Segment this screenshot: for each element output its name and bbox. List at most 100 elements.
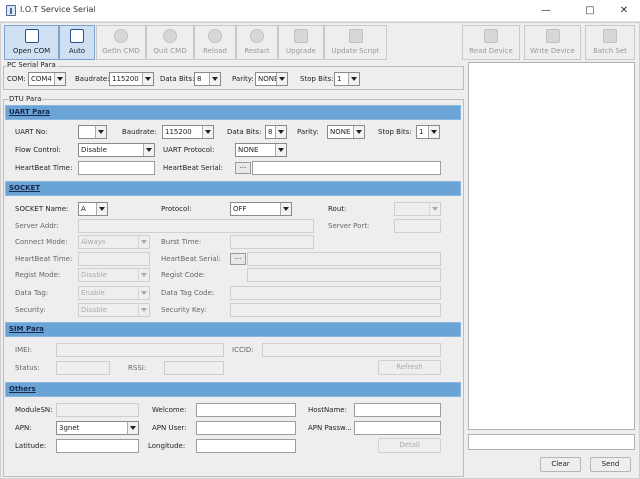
apn-label: APN: [15, 424, 32, 432]
socket-hb-time-label: HeartBeat Time: [15, 255, 73, 263]
chevron-down-icon [96, 203, 107, 215]
uart-protocol-value: NONE [238, 146, 259, 154]
chevron-down-icon [429, 203, 440, 215]
connect-mode-select[interactable]: Always [78, 235, 150, 249]
refresh-button[interactable]: Refresh [378, 360, 441, 375]
security-key-input[interactable] [230, 303, 441, 317]
update-script-label: Update Script [331, 47, 380, 55]
batch-set-button[interactable]: Batch Set [585, 25, 635, 60]
serial-port-icon [24, 29, 39, 43]
others-section-title: Others [9, 385, 36, 393]
uart-no-select[interactable] [78, 125, 107, 139]
longitude-input[interactable] [196, 439, 296, 453]
title-bar: I.O.T Service Serial — □ ✕ [0, 0, 640, 22]
detail-button[interactable]: Detail [378, 438, 441, 453]
socket-hb-serial-input[interactable] [247, 252, 441, 266]
rssi-input[interactable] [164, 361, 224, 375]
uart-hb-time-input[interactable] [78, 161, 155, 175]
uart-protocol-select[interactable]: NONE [235, 143, 287, 157]
auto-button[interactable]: Auto [59, 25, 95, 60]
chevron-down-icon [142, 73, 153, 85]
security-key-label: Security Key: [161, 306, 207, 314]
write-device-button[interactable]: Write Device [524, 25, 581, 60]
console-output[interactable] [468, 62, 635, 430]
update-script-button[interactable]: Update Script [324, 25, 387, 60]
iccid-label: ICCID: [232, 346, 254, 354]
upgrade-button[interactable]: Upgrade [278, 25, 324, 60]
sim-section-title: SIM Para [9, 325, 44, 333]
reload-label: Reload [203, 47, 227, 55]
imei-label: IMEI: [15, 346, 32, 354]
socket-hb-time-input[interactable] [78, 252, 150, 266]
maximize-button[interactable]: □ [578, 2, 602, 19]
iccid-input[interactable] [262, 343, 441, 357]
pc-databits-select[interactable]: 8 [194, 72, 221, 86]
socket-section-header: SOCKET [5, 181, 461, 196]
chevron-down-icon [209, 73, 220, 85]
pc-baud-select[interactable]: 115200 [109, 72, 154, 86]
console-input[interactable] [468, 434, 635, 450]
open-com-label: Open COM [12, 47, 51, 55]
latitude-input[interactable] [56, 439, 139, 453]
security-select[interactable]: Disable [78, 303, 150, 317]
socket-hb-serial-browse-button[interactable]: ... [230, 253, 246, 265]
apn-select[interactable]: 3gnet [56, 421, 139, 435]
data-tag-select[interactable]: Enable [78, 286, 150, 300]
auto-icon [70, 29, 84, 43]
uart-databits-select[interactable]: 8 [265, 125, 287, 139]
uart-baud-select[interactable]: 115200 [162, 125, 214, 139]
com-select[interactable]: COM4 [28, 72, 66, 86]
security-value: Disable [81, 306, 107, 314]
clear-button[interactable]: Clear [540, 457, 581, 472]
chevron-down-icon [138, 304, 149, 316]
regist-mode-select[interactable]: Disable [78, 268, 150, 282]
connect-mode-label: Connect Mode: [15, 238, 68, 246]
uart-hb-serial-browse-button[interactable]: ... [235, 162, 251, 174]
app-icon [6, 5, 16, 16]
regist-code-label: Regist Code: [161, 271, 206, 279]
read-device-label: Read Device [469, 47, 513, 55]
burst-time-label: Burst Time: [161, 238, 202, 246]
rout-label: Rout: [328, 205, 347, 213]
flow-control-select[interactable]: Disable [78, 143, 155, 157]
imei-input[interactable] [56, 343, 224, 357]
server-port-input[interactable] [394, 219, 441, 233]
download-icon [114, 29, 128, 43]
socket-name-select[interactable]: A [78, 202, 108, 216]
send-button[interactable]: Send [590, 457, 631, 472]
uart-stopbits-select[interactable]: 1 [416, 125, 440, 139]
open-com-button[interactable]: Open COM [4, 25, 59, 60]
regist-code-input[interactable] [247, 268, 441, 282]
pc-parity-select[interactable]: NONE [255, 72, 288, 86]
minimize-button[interactable]: — [534, 2, 558, 19]
server-addr-input[interactable] [78, 219, 314, 233]
socket-protocol-select[interactable]: OFF [230, 202, 292, 216]
chevron-down-icon [280, 203, 291, 215]
pc-parity-label: Parity: [232, 75, 254, 83]
upgrade-label: Upgrade [286, 47, 316, 55]
data-tag-code-input[interactable] [230, 286, 441, 300]
uart-databits-label: Data Bits: [227, 128, 262, 136]
close-button[interactable]: ✕ [612, 2, 636, 19]
restart-button[interactable]: Restart [236, 25, 278, 60]
pc-baud-label: Baudrate: [75, 75, 110, 83]
getin-cmd-button[interactable]: GetIn CMD [96, 25, 146, 60]
rout-select[interactable] [394, 202, 441, 216]
welcome-input[interactable] [196, 403, 296, 417]
chevron-down-icon [275, 144, 286, 156]
apn-password-input[interactable] [354, 421, 441, 435]
status-input[interactable] [56, 361, 110, 375]
chevron-down-icon [127, 422, 138, 434]
uart-hb-serial-input[interactable] [252, 161, 441, 175]
quit-cmd-button[interactable]: Quit CMD [146, 25, 194, 60]
uart-parity-select[interactable]: NONE [327, 125, 365, 139]
batch-set-label: Batch Set [593, 47, 627, 55]
module-sn-input[interactable] [56, 403, 139, 417]
burst-time-input[interactable] [230, 235, 314, 249]
reload-button[interactable]: Reload [194, 25, 236, 60]
read-device-button[interactable]: Read Device [462, 25, 520, 60]
hostname-input[interactable] [354, 403, 441, 417]
chevron-down-icon [138, 287, 149, 299]
pc-stopbits-select[interactable]: 1 [334, 72, 360, 86]
apn-user-input[interactable] [196, 421, 296, 435]
